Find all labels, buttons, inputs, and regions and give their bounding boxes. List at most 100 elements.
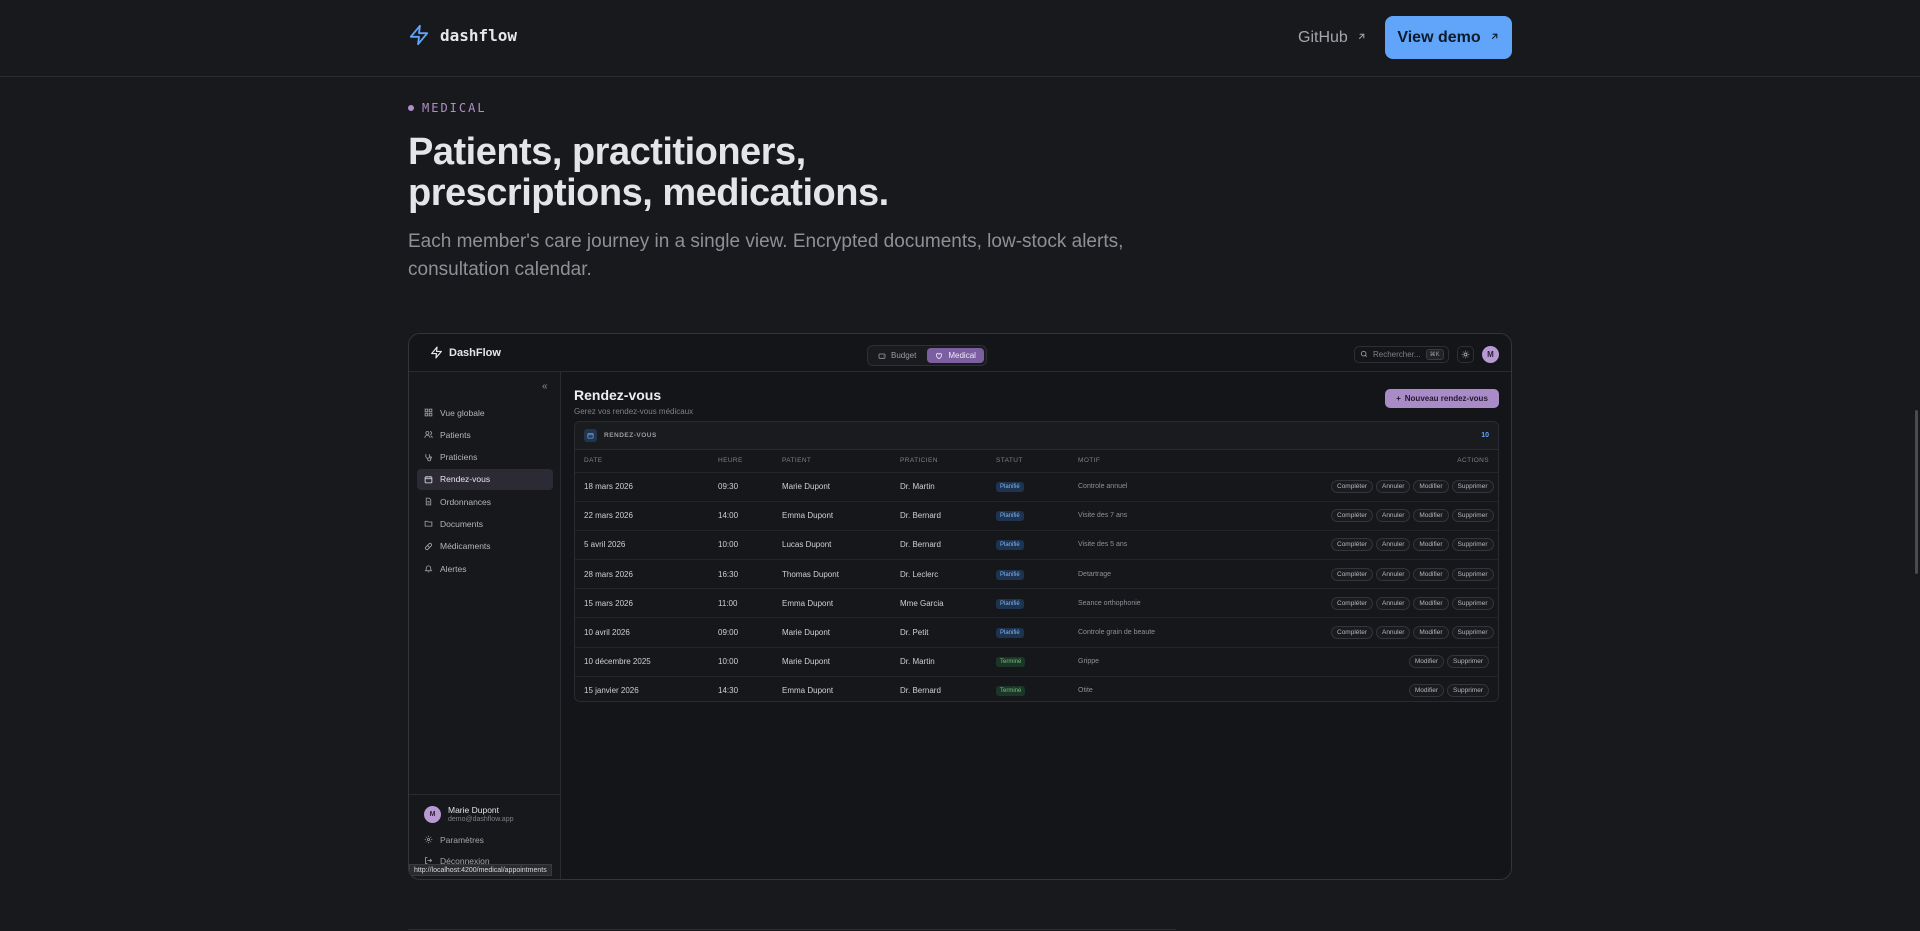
card-title: RENDEZ-VOUS xyxy=(604,432,657,439)
view-demo-button[interactable]: View demo xyxy=(1385,16,1512,59)
cell-date: 5 avril 2026 xyxy=(575,530,709,561)
wallet-icon xyxy=(878,352,886,360)
sidebar-item-label: Médicaments xyxy=(440,541,491,552)
cell-practitioner: Dr. Bernard xyxy=(891,501,987,531)
delete-button[interactable]: Supprimer xyxy=(1447,655,1489,669)
bolt-icon xyxy=(408,24,430,46)
complete-button[interactable]: Compléter xyxy=(1331,626,1373,640)
complete-button[interactable]: Compléter xyxy=(1331,538,1373,552)
cell-date: 15 janvier 2026 xyxy=(575,676,709,701)
cancel-button[interactable]: Annuler xyxy=(1375,567,1411,581)
page-scrollbar[interactable] xyxy=(1915,410,1918,574)
complete-button[interactable]: Compléter xyxy=(1331,596,1373,610)
cancel-button[interactable]: Annuler xyxy=(1375,480,1411,494)
edit-button[interactable]: Modifier xyxy=(1413,626,1449,640)
cell-date: 10 avril 2026 xyxy=(575,617,709,648)
cell-patient: Marie Dupont xyxy=(773,617,891,648)
site-brand[interactable]: dashflow xyxy=(408,24,517,46)
avatar: M xyxy=(424,805,441,823)
top-nav: dashflow GitHub View demo xyxy=(0,0,1920,77)
complete-button[interactable]: Compléter xyxy=(1331,509,1373,523)
delete-button[interactable]: Supprimer xyxy=(1451,538,1494,552)
edit-button[interactable]: Modifier xyxy=(1408,655,1445,669)
sidebar-item-ordonnances[interactable]: Ordonnances xyxy=(417,491,553,512)
cancel-button[interactable]: Annuler xyxy=(1375,509,1411,523)
cancel-button[interactable]: Annuler xyxy=(1375,596,1411,610)
module-budget[interactable]: Budget xyxy=(870,348,924,363)
table-row: 15 janvier 2026 14:30 Emma Dupont Dr. Berna… xyxy=(575,676,1498,701)
app-brand[interactable]: DashFlow xyxy=(430,346,501,359)
folder-icon xyxy=(424,519,433,528)
delete-button[interactable]: Supprimer xyxy=(1447,684,1489,698)
app-brand-name: DashFlow xyxy=(449,346,501,359)
delete-button[interactable]: Supprimer xyxy=(1451,509,1494,523)
theme-toggle-button[interactable] xyxy=(1457,346,1474,363)
cell-date: 28 mars 2026 xyxy=(575,559,709,590)
sidebar-item-rendez-vous[interactable]: Rendez-vous xyxy=(417,468,553,490)
calendar-icon xyxy=(584,429,597,442)
gear-icon xyxy=(424,835,433,844)
cell-actions: Compléter Annuler Modifier Supprimer xyxy=(1319,588,1498,619)
cell-status: Planifié xyxy=(987,617,1069,648)
edit-button[interactable]: Modifier xyxy=(1408,684,1445,698)
column-header-motif[interactable]: MOTIF xyxy=(1069,450,1319,473)
edit-button[interactable]: Modifier xyxy=(1413,509,1449,523)
sidebar-item-praticiens[interactable]: Praticiens xyxy=(417,447,553,468)
cell-actions: Compléter Annuler Modifier Supprimer xyxy=(1319,617,1498,648)
column-header-patient[interactable]: PATIENT xyxy=(773,450,891,473)
hero-title-line-1: Patients, practitioners, xyxy=(408,131,806,173)
bolt-icon xyxy=(430,346,443,359)
sidebar-user[interactable]: M Marie Dupont demo@dashflow.app xyxy=(409,805,561,823)
sidebar-item-medicaments[interactable]: Médicaments xyxy=(417,536,553,557)
complete-button[interactable]: Compléter xyxy=(1331,567,1373,581)
cell-patient: Emma Dupont xyxy=(773,588,891,619)
delete-button[interactable]: Supprimer xyxy=(1451,626,1494,640)
cell-patient: Thomas Dupont xyxy=(773,559,891,590)
cancel-button[interactable]: Annuler xyxy=(1375,626,1411,640)
cell-reason: Visite des 5 ans xyxy=(1069,530,1319,561)
search-input[interactable]: Rechercher... ⌘K xyxy=(1354,346,1449,363)
kicker-label: MEDICAL xyxy=(422,101,487,115)
github-link[interactable]: GitHub xyxy=(1298,29,1367,47)
status-bar-url: http://localhost:4200/medical/appointmen… xyxy=(409,864,552,876)
column-header-praticien[interactable]: PRATICIEN xyxy=(891,450,987,473)
column-header-heure[interactable]: HEURE xyxy=(709,450,773,473)
column-header-date[interactable]: DATE xyxy=(575,450,709,473)
edit-button[interactable]: Modifier xyxy=(1413,480,1449,494)
app-sidebar: « Vue globale Patients Praticiens Rendez… xyxy=(409,372,561,879)
cancel-button[interactable]: Annuler xyxy=(1375,538,1411,552)
cell-patient: Lucas Dupont xyxy=(773,530,891,561)
cell-actions: Compléter Annuler Modifier Supprimer xyxy=(1319,559,1498,590)
table-row: 10 avril 2026 09:00 Marie Dupont Dr. Petit P… xyxy=(575,617,1498,648)
complete-button[interactable]: Compléter xyxy=(1331,480,1373,494)
appointment-count: 10 xyxy=(1481,432,1489,439)
appointments-table: DATE HEURE PATIENT PRATICIEN STATUT MOTI… xyxy=(575,450,1498,701)
cell-practitioner: Mme Garcia xyxy=(891,588,987,619)
delete-button[interactable]: Supprimer xyxy=(1451,567,1494,581)
sidebar-item-alertes[interactable]: Alertes xyxy=(417,558,553,579)
status-badge: Planifié xyxy=(996,482,1024,493)
edit-button[interactable]: Modifier xyxy=(1413,567,1449,581)
cell-practitioner: Dr. Bernard xyxy=(891,530,987,561)
settings-link[interactable]: Paramètres xyxy=(409,829,561,850)
collapse-sidebar-icon[interactable]: « xyxy=(542,381,548,392)
hero-title-line-2: prescriptions, medications. xyxy=(408,172,889,214)
cell-actions: Compléter Annuler Modifier Supprimer xyxy=(1319,501,1498,531)
sidebar-item-vue-globale[interactable]: Vue globale xyxy=(417,402,553,423)
github-link-label: GitHub xyxy=(1298,29,1348,46)
delete-button[interactable]: Supprimer xyxy=(1451,480,1494,494)
sidebar-item-documents[interactable]: Documents xyxy=(417,513,553,534)
sidebar-item-patients[interactable]: Patients xyxy=(417,424,553,445)
column-header-statut[interactable]: STATUT xyxy=(987,450,1069,473)
user-avatar[interactable]: M xyxy=(1482,346,1499,363)
table-row: 18 mars 2026 09:30 Marie Dupont Dr. Martin P… xyxy=(575,472,1498,502)
module-medical[interactable]: Medical xyxy=(927,348,984,363)
app-header: DashFlow Budget Medical Rechercher... ⌘K… xyxy=(409,334,1511,372)
new-appointment-button[interactable]: + Nouveau rendez-vous xyxy=(1385,389,1499,408)
sidebar-item-label: Ordonnances xyxy=(440,496,492,507)
edit-button[interactable]: Modifier xyxy=(1413,538,1449,552)
cell-reason: Visite des 7 ans xyxy=(1069,501,1319,531)
cell-time: 10:00 xyxy=(709,530,773,561)
edit-button[interactable]: Modifier xyxy=(1413,596,1449,610)
delete-button[interactable]: Supprimer xyxy=(1451,596,1494,610)
